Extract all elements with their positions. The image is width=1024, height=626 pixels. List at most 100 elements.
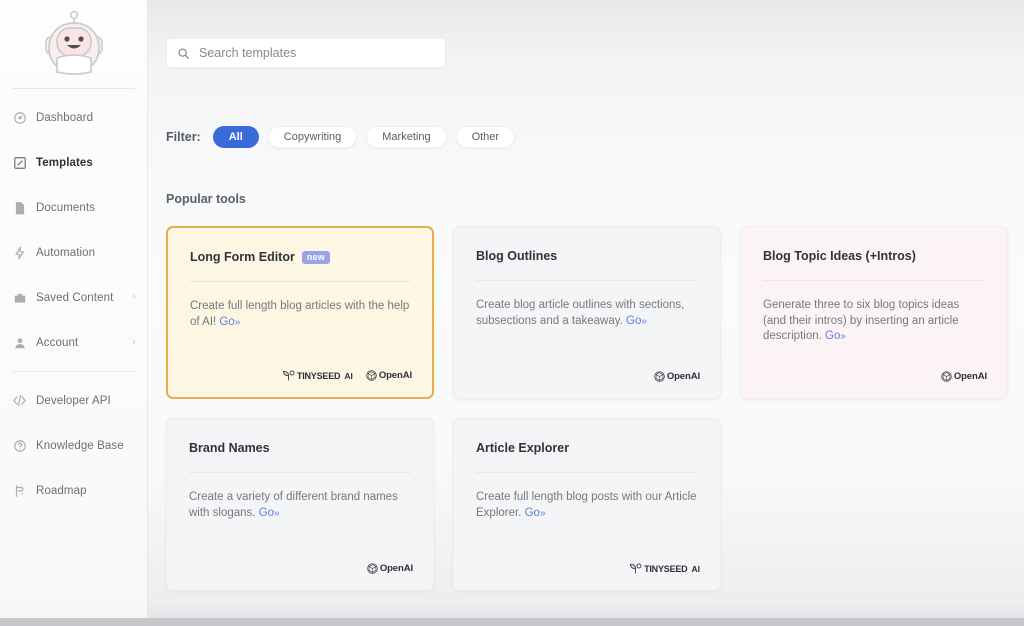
card-logos: OpenAI bbox=[941, 371, 987, 382]
sidebar-nav-primary: Dashboard Templates Documents Automation… bbox=[0, 89, 147, 365]
sidebar-item-documents[interactable]: Documents bbox=[0, 185, 147, 230]
card-description: Create full length blog articles with th… bbox=[190, 299, 410, 330]
openai-logo: OpenAI bbox=[654, 371, 700, 382]
go-link-chevrons: » bbox=[234, 316, 241, 328]
content-wrapper: Filter: All Copywriting Marketing Other … bbox=[148, 0, 1024, 591]
tinyseed-logo-text: TINYSEED bbox=[296, 370, 341, 381]
account-icon bbox=[12, 335, 27, 350]
openai-logo-text: OpenAI bbox=[666, 371, 700, 382]
card-description: Generate three to six blog topics ideas … bbox=[763, 298, 985, 345]
sidebar-item-label: Roadmap bbox=[36, 484, 87, 497]
go-link-label: Go bbox=[524, 506, 540, 519]
documents-icon bbox=[12, 200, 27, 215]
sidebar-item-label: Developer API bbox=[36, 394, 111, 407]
filter-pill-copywriting[interactable]: Copywriting bbox=[267, 126, 358, 148]
openai-logo: OpenAI bbox=[366, 370, 412, 381]
card-description-text: Create a variety of different brand name… bbox=[189, 491, 398, 519]
sidebar: Dashboard Templates Documents Automation… bbox=[0, 0, 148, 626]
sidebar-item-roadmap[interactable]: Roadmap bbox=[0, 468, 147, 513]
card-divider bbox=[763, 280, 985, 281]
template-card-article-explorer[interactable]: Article Explorer Create full length blog… bbox=[453, 418, 721, 591]
template-card-brand-names[interactable]: Brand Names Create a variety of differen… bbox=[166, 418, 434, 591]
go-link-label: Go bbox=[825, 330, 841, 342]
go-link[interactable]: Go» bbox=[626, 315, 647, 327]
card-title: Blog Outlines bbox=[476, 249, 698, 263]
app-logo[interactable] bbox=[0, 6, 147, 82]
go-link-chevrons: » bbox=[539, 507, 546, 519]
openai-logo-text: OpenAI bbox=[953, 371, 987, 382]
sidebar-item-label: Knowledge Base bbox=[36, 439, 124, 452]
sidebar-item-knowledge-base[interactable]: Knowledge Base bbox=[0, 423, 147, 468]
tinyseed-logo-suffix: AI bbox=[344, 370, 353, 381]
card-description: Create a variety of different brand name… bbox=[189, 490, 411, 521]
card-title-text: Article Explorer bbox=[476, 441, 570, 455]
sidebar-item-automation[interactable]: Automation bbox=[0, 230, 147, 275]
filter-pill-marketing[interactable]: Marketing bbox=[366, 126, 447, 148]
card-title: Brand Names bbox=[189, 441, 411, 455]
sidebar-item-label: Dashboard bbox=[36, 111, 94, 124]
go-link[interactable]: Go» bbox=[825, 330, 846, 342]
card-description-text: Generate three to six blog topics ideas … bbox=[763, 299, 960, 342]
go-link-chevrons: » bbox=[274, 507, 280, 519]
openai-logo-text: OpenAI bbox=[379, 563, 413, 574]
go-link[interactable]: Go» bbox=[219, 316, 240, 328]
card-divider bbox=[476, 280, 698, 281]
sidebar-item-saved-content[interactable]: Saved Content › bbox=[0, 275, 147, 320]
tinyseed-ai-logo: TINYSEED AI bbox=[629, 563, 700, 574]
app-root: Dashboard Templates Documents Automation… bbox=[0, 0, 1024, 626]
sidebar-item-templates[interactable]: Templates bbox=[0, 140, 147, 185]
template-cards-grid: Long Form Editor new Create full length … bbox=[166, 226, 1024, 591]
template-card-blog-outlines[interactable]: Blog Outlines Create blog article outlin… bbox=[453, 226, 721, 399]
go-link[interactable]: Go» bbox=[259, 507, 280, 519]
templates-icon bbox=[12, 155, 27, 170]
card-title-text: Blog Topic Ideas (+Intros) bbox=[763, 249, 916, 263]
sidebar-item-label: Documents bbox=[36, 201, 96, 214]
tinyseed-ai-logo: TINYSEED AI bbox=[282, 370, 353, 381]
openai-mark-icon bbox=[654, 371, 665, 382]
bottom-band bbox=[0, 618, 1024, 626]
go-link-label: Go bbox=[258, 506, 275, 519]
search-input[interactable] bbox=[199, 46, 435, 60]
automation-icon bbox=[12, 245, 27, 260]
card-title: Long Form Editor new bbox=[190, 250, 410, 264]
sidebar-item-label: Account bbox=[36, 336, 79, 349]
openai-mark-icon bbox=[366, 370, 377, 381]
sidebar-item-label: Saved Content bbox=[36, 291, 114, 304]
code-icon bbox=[12, 393, 27, 408]
go-link-label: Go bbox=[626, 314, 642, 327]
card-logos: OpenAI bbox=[367, 563, 413, 574]
card-title-text: Blog Outlines bbox=[476, 249, 558, 263]
card-logos: TINYSEED AI bbox=[629, 563, 700, 574]
filter-row: Filter: All Copywriting Marketing Other bbox=[166, 126, 1024, 148]
card-title-text: Long Form Editor bbox=[190, 250, 295, 264]
tinyseed-logo-suffix: AI bbox=[691, 563, 701, 574]
card-logos: OpenAI bbox=[654, 371, 700, 382]
go-link[interactable]: Go» bbox=[525, 507, 546, 519]
robot-logo-icon bbox=[44, 10, 103, 75]
sidebar-item-developer-api[interactable]: Developer API bbox=[0, 378, 147, 423]
search-box[interactable] bbox=[166, 38, 446, 68]
sidebar-item-account[interactable]: Account › bbox=[0, 320, 147, 365]
openai-mark-icon bbox=[367, 563, 378, 574]
filter-pill-other[interactable]: Other bbox=[455, 126, 516, 148]
template-card-long-form-editor[interactable]: Long Form Editor new Create full length … bbox=[166, 226, 434, 399]
go-link-chevrons: » bbox=[641, 315, 647, 327]
roadmap-icon bbox=[12, 483, 27, 498]
sidebar-item-label: Templates bbox=[36, 156, 93, 169]
chevron-right-icon: › bbox=[132, 336, 136, 348]
sidebar-item-dashboard[interactable]: Dashboard bbox=[0, 95, 147, 140]
card-logos: TINYSEED AI OpenAI bbox=[282, 370, 412, 381]
openai-logo: OpenAI bbox=[367, 563, 413, 574]
saved-content-icon bbox=[12, 290, 27, 305]
new-badge: new bbox=[301, 250, 330, 264]
search-icon bbox=[177, 47, 190, 60]
card-title: Article Explorer bbox=[476, 441, 698, 455]
help-circle-icon bbox=[12, 438, 27, 453]
template-card-blog-topic-ideas[interactable]: Blog Topic Ideas (+Intros) Generate thre… bbox=[740, 226, 1008, 399]
card-title: Blog Topic Ideas (+Intros) bbox=[763, 249, 985, 263]
openai-logo-text: OpenAI bbox=[378, 370, 412, 381]
main-content: Filter: All Copywriting Marketing Other … bbox=[148, 0, 1024, 626]
card-description-text: Create full length blog posts with our A… bbox=[476, 491, 697, 519]
filter-pill-all[interactable]: All bbox=[212, 126, 259, 148]
card-divider bbox=[190, 281, 410, 282]
